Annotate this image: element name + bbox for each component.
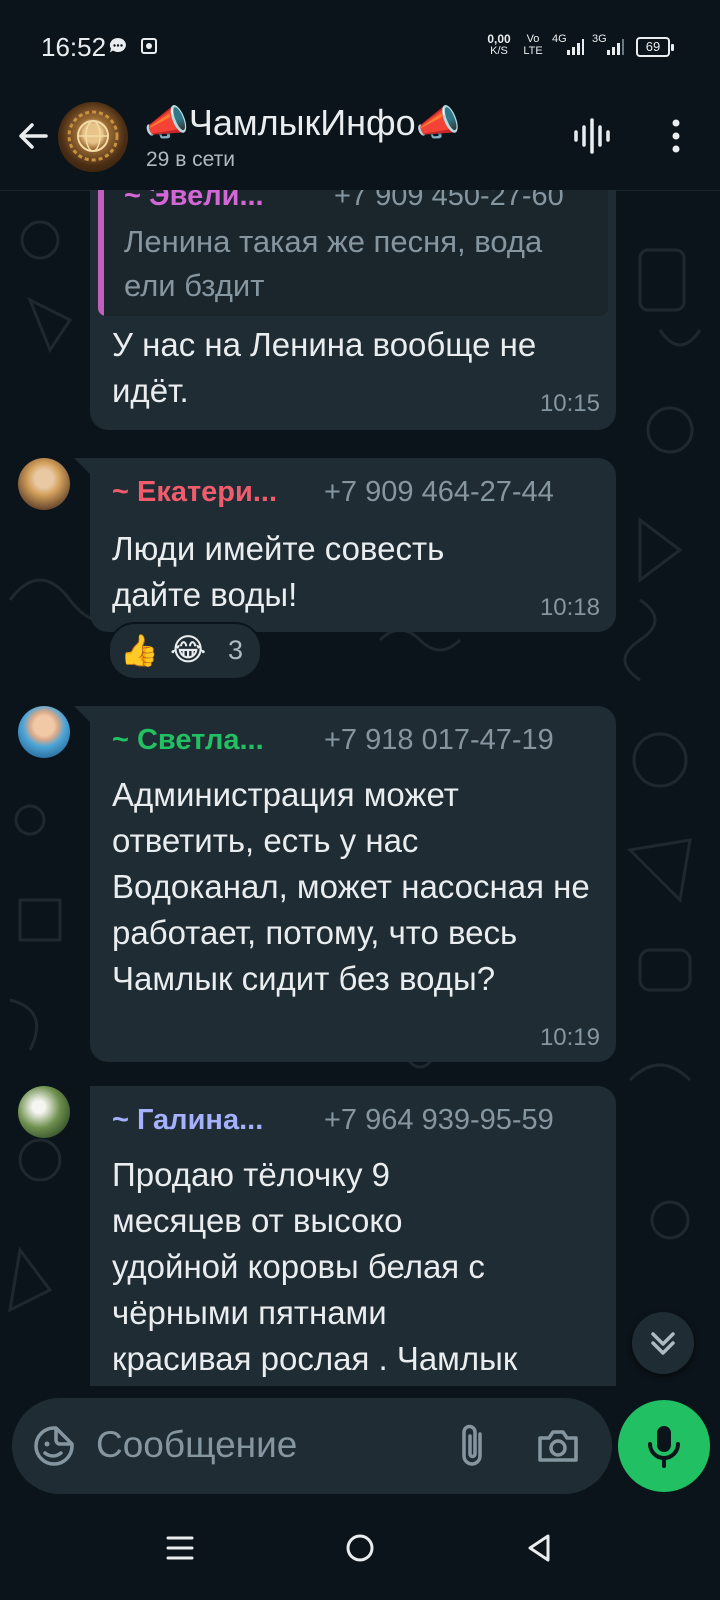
megaphone-icon: 📣 bbox=[415, 102, 461, 143]
double-chevron-down-icon bbox=[651, 1332, 675, 1355]
message-time: 10:15 bbox=[539, 390, 600, 417]
battery-indicator: 69 bbox=[636, 37, 674, 57]
bubble-tail bbox=[74, 458, 92, 476]
message-input-placeholder[interactable]: Сообщение bbox=[96, 1424, 297, 1466]
megaphone-icon: 📣 bbox=[144, 102, 189, 143]
message-bubble[interactable]: ~ Екатери... +7 909 464-27-44 Люди имейт… bbox=[74, 458, 616, 632]
sender-name[interactable]: ~ Екатери... bbox=[112, 476, 277, 509]
status-time: 16:52 bbox=[41, 32, 107, 62]
avatar[interactable] bbox=[18, 458, 70, 510]
signal-1-icon bbox=[567, 39, 584, 55]
sender-phone: +7 918 017-47-19 bbox=[324, 724, 554, 756]
message-text: Продаю тёлочку 9 месяцев от высоко удойн… bbox=[112, 1156, 518, 1377]
system-navigation-bar bbox=[0, 1496, 720, 1600]
microphone-icon bbox=[648, 1426, 680, 1468]
status-bar: 16:52 0,00 K/S Vo LTE 4G 3G 69 bbox=[0, 0, 720, 92]
message-composer[interactable]: Сообщение bbox=[12, 1398, 612, 1494]
message-text: Люди имейте совесть дайте воды! bbox=[112, 530, 445, 613]
sender-phone: +7 964 939-95-59 bbox=[324, 1104, 554, 1136]
screenshot-icon bbox=[141, 38, 157, 54]
network-type-2: 3G bbox=[592, 33, 607, 45]
bubble-tail bbox=[74, 706, 92, 724]
network-speed: 0,00 K/S bbox=[487, 32, 511, 57]
back-nav-icon[interactable] bbox=[518, 1526, 562, 1570]
reactions-pill[interactable]: 👍 😂 3 bbox=[108, 622, 262, 680]
more-options-icon[interactable] bbox=[652, 112, 700, 160]
signal-2-icon bbox=[607, 39, 624, 55]
quoted-text: Ленина такая же песня, вода ели бздит bbox=[124, 224, 543, 303]
sender-phone: +7 909 464-27-44 bbox=[324, 476, 554, 508]
sender-name[interactable]: ~ Галина... bbox=[112, 1104, 263, 1137]
group-avatar[interactable] bbox=[58, 102, 128, 172]
avatar[interactable] bbox=[18, 1086, 70, 1138]
recent-apps-icon[interactable] bbox=[158, 1526, 202, 1570]
thumbs-up-reaction: 👍 bbox=[120, 633, 159, 668]
online-count: 29 в сети bbox=[146, 148, 236, 171]
avatar[interactable] bbox=[18, 706, 70, 758]
message-time: 10:18 bbox=[539, 594, 600, 621]
chat-title[interactable]: 📣ЧамлыкИнфо📣 bbox=[144, 102, 460, 144]
volte-indicator: Vo LTE bbox=[523, 33, 543, 57]
laughing-reaction: 😂 bbox=[170, 632, 207, 667]
chat-title-text: ЧамлыкИнфо bbox=[188, 102, 416, 143]
message-time: 10:19 bbox=[539, 1024, 600, 1051]
message-text: У нас на Ленина вообще не идёт. bbox=[112, 326, 537, 409]
scroll-to-bottom-button[interactable] bbox=[632, 1312, 694, 1374]
sticker-icon[interactable] bbox=[30, 1422, 78, 1470]
message-bubble[interactable]: ~ Эвели... +7 909 450-27-60 Ленина такая… bbox=[90, 190, 616, 430]
bubble-tail bbox=[90, 1086, 92, 1104]
back-arrow-icon[interactable] bbox=[14, 116, 54, 156]
message-bubble[interactable]: ~ Светла... +7 918 017-47-19 Администрац… bbox=[74, 706, 616, 1062]
message-text: Администрация может ответить, есть у нас… bbox=[112, 776, 590, 997]
network-type-1: 4G bbox=[552, 33, 567, 45]
camera-icon[interactable] bbox=[534, 1422, 582, 1470]
attach-paperclip-icon[interactable] bbox=[452, 1420, 496, 1472]
reaction-count: 3 bbox=[228, 635, 244, 665]
chat-header: 📣ЧамлыкИнфо📣 29 в сети bbox=[0, 92, 720, 191]
home-icon[interactable] bbox=[338, 1526, 382, 1570]
voice-chat-icon[interactable] bbox=[568, 112, 616, 160]
chat-notification-icon bbox=[109, 37, 126, 53]
voice-record-button[interactable] bbox=[618, 1400, 710, 1492]
sender-name[interactable]: ~ Светла... bbox=[112, 724, 264, 757]
